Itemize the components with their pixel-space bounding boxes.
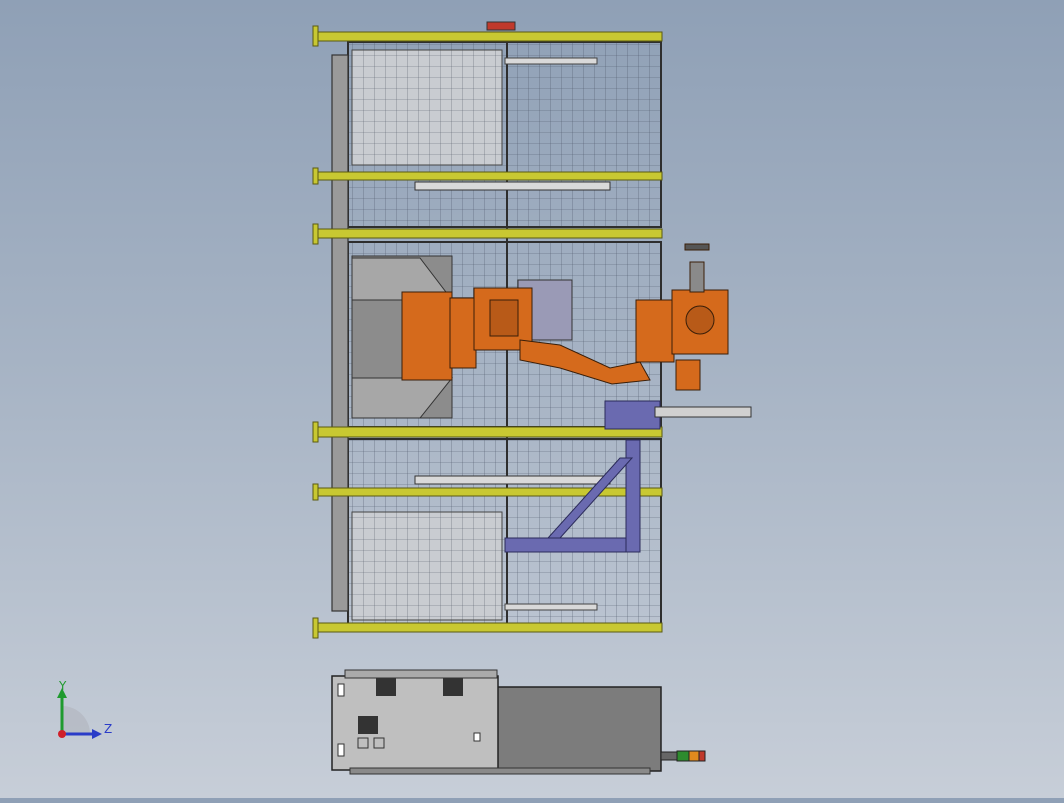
fan-icon — [443, 678, 463, 696]
fixture-plate-bottom — [351, 511, 503, 621]
tool-cylinder — [654, 406, 752, 418]
triad-z-label: Z — [104, 722, 112, 736]
robot-cell-enclosure[interactable] — [312, 21, 752, 639]
stack-light-icon — [660, 750, 706, 762]
coordinate-triad-icon: Y Z — [57, 679, 112, 739]
fixture-plate-top — [351, 49, 503, 166]
control-cabinet[interactable] — [331, 669, 662, 775]
triad-y-label: Y — [58, 679, 67, 693]
cad-viewport[interactable]: Y Z — [0, 0, 1064, 798]
fan-icon — [376, 678, 396, 696]
fan-icon — [358, 716, 378, 734]
side-wall-plate — [331, 54, 349, 612]
